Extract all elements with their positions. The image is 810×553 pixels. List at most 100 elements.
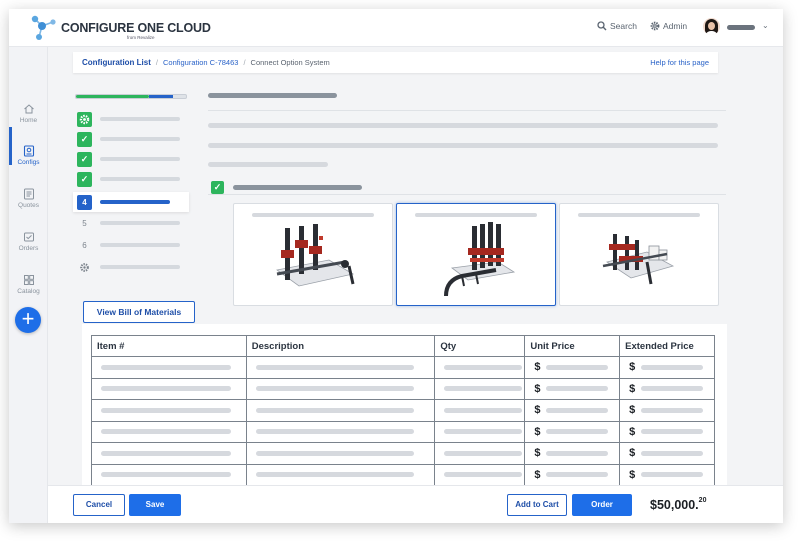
breadcrumb-configuration-list[interactable]: Configuration List — [82, 58, 151, 67]
cell-value-placeholder — [101, 472, 231, 478]
add-to-cart-button[interactable]: Add to Cart — [507, 494, 567, 516]
footer-bar: Cancel Save Add to Cart Order $50,000.20 — [48, 485, 783, 523]
sidebar-item-label: Quotes — [18, 202, 39, 209]
option-label-placeholder — [252, 213, 374, 217]
avatar[interactable] — [703, 18, 720, 35]
text-line-placeholder — [208, 143, 718, 148]
save-button[interactable]: Save — [129, 494, 181, 516]
cell-value-placeholder — [546, 450, 609, 456]
table-row[interactable]: $ $ — [91, 442, 715, 465]
step-5-active[interactable]: 4 — [73, 192, 189, 212]
column-header-description[interactable]: Description — [245, 335, 436, 357]
admin-label: Admin — [663, 21, 688, 31]
table-cell-price: $ — [619, 356, 715, 379]
table-cell — [245, 377, 436, 400]
add-button[interactable]: + — [15, 307, 41, 333]
check-icon: ✓ — [77, 151, 92, 167]
view-bill-of-materials-tab[interactable]: View Bill of Materials — [83, 301, 195, 323]
cancel-button[interactable]: Cancel — [73, 494, 125, 516]
table-cell-price: $ — [524, 377, 621, 400]
currency-symbol: $ — [534, 425, 541, 438]
check-icon: ✓ — [77, 131, 92, 147]
table-row[interactable]: $ $ — [91, 356, 715, 379]
step-6[interactable]: 5 — [73, 213, 189, 233]
cell-value-placeholder — [444, 386, 523, 392]
sidebar-item-label: Configs — [17, 159, 40, 166]
cell-value-placeholder — [641, 364, 704, 370]
header-search[interactable]: Search — [597, 21, 637, 31]
check-icon[interactable]: ✓ — [211, 181, 224, 194]
column-header-unit-price[interactable]: Unit Price — [524, 335, 621, 357]
search-label: Search — [610, 21, 637, 31]
table-cell-price: $ — [619, 399, 715, 422]
step-1[interactable] — [73, 109, 189, 129]
step-3[interactable]: ✓ — [73, 149, 189, 169]
sidebar-item-label: Orders — [18, 245, 39, 252]
currency-symbol: $ — [629, 468, 636, 481]
bom-table-body: $ $ $ $ $ $ $ $ $ $ $ $ — [91, 356, 715, 486]
cell-value-placeholder — [641, 407, 704, 413]
table-cell — [245, 420, 436, 443]
cell-value-placeholder — [101, 386, 231, 392]
table-cell — [434, 377, 526, 400]
table-cell — [245, 442, 436, 465]
order-total: $50,000.20 — [650, 497, 706, 512]
table-cell-price: $ — [524, 420, 621, 443]
gear-icon — [650, 21, 660, 31]
orders-icon — [23, 232, 34, 242]
table-row[interactable]: $ $ — [91, 420, 715, 443]
currency-symbol: $ — [629, 425, 636, 438]
table-cell-price: $ — [524, 399, 621, 422]
step-4[interactable]: ✓ — [73, 169, 189, 189]
cell-value-placeholder — [101, 429, 231, 435]
home-icon — [23, 104, 34, 114]
cell-value-placeholder — [255, 450, 414, 456]
column-header-qty[interactable]: Qty — [434, 335, 526, 357]
cell-value-placeholder — [255, 407, 414, 413]
table-cell — [434, 442, 526, 465]
cell-value-placeholder — [546, 472, 609, 478]
step-gear-icon — [77, 260, 92, 275]
sidebar-item-orders[interactable]: Orders — [9, 231, 48, 252]
option-card-2-selected[interactable] — [396, 203, 556, 306]
step-number: 4 — [77, 194, 92, 210]
option-card-1[interactable] — [233, 203, 393, 306]
sidebar-item-home[interactable]: Home — [9, 103, 48, 124]
user-name-placeholder[interactable] — [727, 25, 755, 30]
sidebar-item-quotes[interactable]: Quotes — [9, 188, 48, 209]
table-cell — [434, 399, 526, 422]
step-2[interactable]: ✓ — [73, 129, 189, 149]
cell-value-placeholder — [255, 429, 414, 435]
table-cell — [245, 356, 436, 379]
column-header-item[interactable]: Item # — [91, 335, 247, 357]
sidebar-item-configs[interactable]: Configs — [9, 145, 48, 166]
table-row[interactable]: $ $ — [91, 377, 715, 400]
step-label-placeholder — [100, 117, 180, 121]
table-header-row: Item # Description Qty Unit Price Extend… — [91, 335, 715, 357]
table-row[interactable]: $ $ — [91, 399, 715, 422]
order-button[interactable]: Order — [572, 494, 632, 516]
step-7[interactable]: 6 — [73, 235, 189, 255]
table-row[interactable]: $ $ — [91, 463, 715, 486]
cell-value-placeholder — [255, 472, 414, 478]
help-link[interactable]: Help for this page — [650, 58, 709, 67]
table-cell-price: $ — [619, 442, 715, 465]
column-header-extended-price[interactable]: Extended Price — [619, 335, 715, 357]
breadcrumb-configuration[interactable]: Configuration C-78463 — [163, 58, 238, 67]
sidebar-item-label: Home — [19, 117, 38, 124]
table-cell — [91, 377, 247, 400]
pipe-assembly-image-icon — [602, 234, 675, 285]
cell-value-placeholder — [546, 407, 609, 413]
option-card-3[interactable] — [559, 203, 719, 306]
header-admin[interactable]: Admin — [650, 21, 687, 31]
divider — [208, 194, 726, 195]
step-gear-icon — [77, 111, 92, 127]
chevron-down-icon[interactable]: ⌄ — [762, 21, 769, 30]
step-number: 5 — [82, 218, 87, 228]
configure-one-logo-icon[interactable] — [27, 12, 59, 44]
sidebar-item-catalog[interactable]: Catalog — [9, 274, 48, 295]
text-line-placeholder — [208, 162, 328, 167]
cell-value-placeholder — [444, 429, 523, 435]
progress-fill-complete — [76, 95, 149, 98]
step-8[interactable] — [73, 257, 189, 277]
